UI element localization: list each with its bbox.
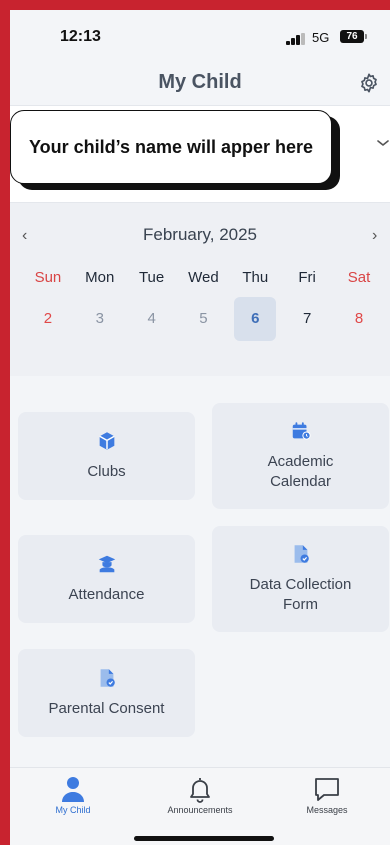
weekday-fri: Fri xyxy=(298,269,316,286)
day-cell[interactable]: 8 xyxy=(333,297,385,341)
nav-label: Messages xyxy=(306,805,348,815)
calendar-clock-icon xyxy=(292,422,311,440)
tile-label: Data Collection Form xyxy=(249,576,352,613)
weekday-mon: Mon xyxy=(85,269,115,286)
weekday-tue: Tue xyxy=(138,269,165,286)
tile-label: Attendance xyxy=(68,586,145,603)
tile-label: Parental Consent xyxy=(48,700,165,717)
status-bar: 12:13 5G 76 xyxy=(10,10,390,60)
tile-data-collection-form[interactable]: Data Collection Form xyxy=(212,526,389,632)
bell-icon xyxy=(190,778,210,803)
home-indicator xyxy=(134,836,274,841)
day-cell[interactable]: 4 xyxy=(126,297,178,341)
weekday-sat: Sat xyxy=(347,269,371,286)
nav-item-announcements[interactable]: Announcements xyxy=(137,768,263,828)
battery-level: 76 xyxy=(346,31,358,42)
chat-bubble-icon xyxy=(315,778,339,801)
frame-border-top xyxy=(0,0,390,10)
document-check-icon xyxy=(100,669,115,687)
day-cell[interactable]: 5 xyxy=(178,297,230,341)
tile-academic-calendar[interactable]: Academic Calendar xyxy=(212,403,389,509)
bottom-navigation: My Child Announcements Messages xyxy=(10,767,390,845)
document-check-icon xyxy=(294,545,309,563)
tile-label: Academic Calendar xyxy=(267,453,334,490)
day-number: 3 xyxy=(95,310,104,327)
week-days-row: 2 3 4 5 6 7 8 xyxy=(22,297,385,341)
day-number: 2 xyxy=(43,310,53,327)
nav-label: My Child xyxy=(55,805,91,815)
cube-icon xyxy=(98,432,115,450)
nav-label: Announcements xyxy=(167,805,233,815)
page-title: My Child xyxy=(158,71,242,93)
day-number: 8 xyxy=(354,310,364,327)
frame-border-left xyxy=(0,0,10,845)
person-icon xyxy=(62,777,84,802)
status-time: 12:13 xyxy=(60,28,101,45)
chevron-right-icon[interactable]: › xyxy=(372,227,377,245)
tile-parental-consent[interactable]: Parental Consent xyxy=(18,649,195,737)
child-name-callout: Your child’s name will apper here xyxy=(10,110,332,184)
weekday-thu: Thu xyxy=(242,269,269,286)
day-cell-selected[interactable]: 6 xyxy=(229,297,281,341)
day-number: 6 xyxy=(234,297,277,341)
day-number: 7 xyxy=(302,310,312,327)
battery-icon: 76 xyxy=(340,30,367,43)
weekday-wed: Wed xyxy=(188,269,219,286)
nav-item-my-child[interactable]: My Child xyxy=(10,768,136,828)
weekday-sun: Sun xyxy=(34,269,62,286)
day-number: 5 xyxy=(199,310,208,327)
weekday-header-row: Sun Mon Tue Wed Thu Fri Sat xyxy=(22,269,385,286)
tile-clubs[interactable]: Clubs xyxy=(18,412,195,500)
tile-label: Clubs xyxy=(87,463,126,480)
nav-item-messages[interactable]: Messages xyxy=(264,768,390,828)
day-cell[interactable]: 7 xyxy=(281,297,333,341)
app-screen: 12:13 5G 76 My Child Your child’s name w… xyxy=(10,10,390,845)
day-number: 4 xyxy=(147,310,156,327)
signal-icon xyxy=(286,33,308,45)
gear-icon[interactable] xyxy=(358,72,380,94)
tile-attendance[interactable]: Attendance xyxy=(18,535,195,623)
chevron-down-icon[interactable] xyxy=(376,138,390,148)
network-label: 5G xyxy=(312,30,330,45)
calendar-month-label: February, 2025 xyxy=(142,225,258,244)
day-cell[interactable]: 3 xyxy=(74,297,126,341)
graduation-cap-icon xyxy=(98,555,115,573)
day-cell[interactable]: 2 xyxy=(22,297,74,341)
week-calendar: ‹ February, 2025 › Sun Mon Tue Wed Thu F… xyxy=(10,203,390,376)
